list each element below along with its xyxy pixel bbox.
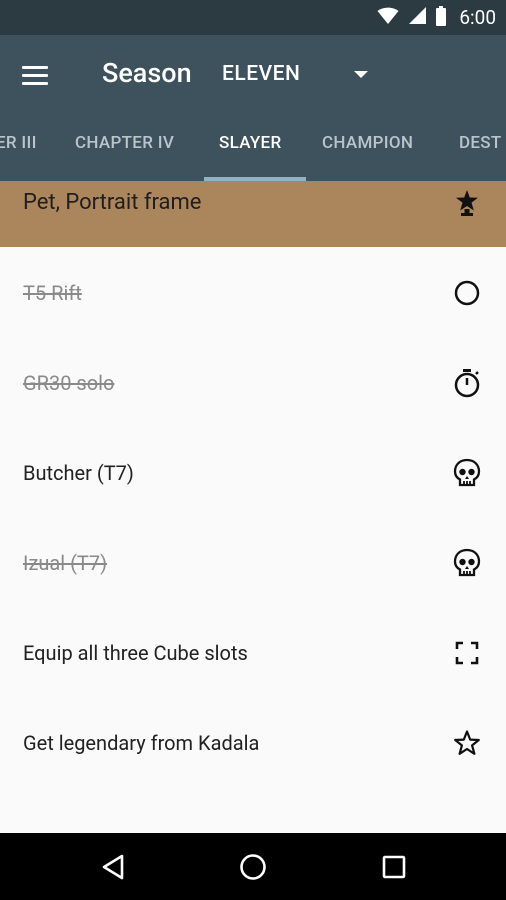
- status-bar: 6:00: [0, 0, 506, 35]
- task-row[interactable]: Butcher (T7): [0, 428, 506, 518]
- skull-icon: [452, 458, 482, 488]
- reward-row: Pet, Portrait frame: [0, 181, 506, 247]
- task-row[interactable]: Equip all three Cube slots: [0, 608, 506, 698]
- task-row[interactable]: GR30 solo: [0, 338, 506, 428]
- star-outline-icon: [452, 728, 482, 758]
- status-time: 6:00: [459, 6, 496, 29]
- season-selected-value: ELEVEN: [222, 62, 301, 86]
- timer-icon: [452, 368, 482, 398]
- app-bar: Season ELEVEN ER III CHAPTER IV SLAYER C…: [0, 35, 506, 181]
- wifi-icon: [377, 7, 399, 29]
- reward-label: Pet, Portrait frame: [23, 190, 202, 215]
- menu-icon[interactable]: [22, 59, 58, 91]
- tab-slayer[interactable]: SLAYER: [219, 105, 281, 181]
- battery-icon: [435, 5, 447, 30]
- task-label: T5 Rift: [23, 281, 82, 305]
- status-icons: 6:00: [377, 0, 496, 35]
- tab-destroyer[interactable]: DEST: [459, 105, 502, 181]
- task-label: Equip all three Cube slots: [23, 641, 248, 665]
- tab-strip: ER III CHAPTER IV SLAYER CHAMPION DEST: [0, 105, 506, 181]
- task-label: GR30 solo: [23, 371, 115, 395]
- season-dropdown[interactable]: ELEVEN: [222, 57, 382, 91]
- task-label: Izual (T7): [23, 551, 108, 575]
- navigation-bar: [0, 833, 506, 900]
- skull-icon: [452, 548, 482, 578]
- tab-champion[interactable]: CHAMPION: [322, 105, 413, 181]
- dropdown-caret-icon: [354, 71, 368, 78]
- task-row[interactable]: Get legendary from Kadala: [0, 698, 506, 788]
- tab-chapter-iii[interactable]: ER III: [0, 105, 37, 181]
- cube-slots-icon: [452, 638, 482, 668]
- task-row[interactable]: T5 Rift: [0, 248, 506, 338]
- task-label: Get legendary from Kadala: [23, 731, 260, 755]
- trophy-icon: [452, 188, 482, 218]
- task-row[interactable]: Izual (T7): [0, 518, 506, 608]
- cell-signal-icon: [407, 6, 427, 29]
- back-icon[interactable]: [93, 849, 133, 885]
- app-title: Season: [102, 57, 192, 89]
- recents-icon[interactable]: [374, 849, 414, 885]
- task-list: Pet, Portrait frame T5 Rift GR30 solo Bu…: [0, 181, 506, 833]
- tab-chapter-iv[interactable]: CHAPTER IV: [75, 105, 174, 181]
- circle-icon: [452, 278, 482, 308]
- task-label: Butcher (T7): [23, 461, 134, 485]
- home-icon[interactable]: [233, 849, 273, 885]
